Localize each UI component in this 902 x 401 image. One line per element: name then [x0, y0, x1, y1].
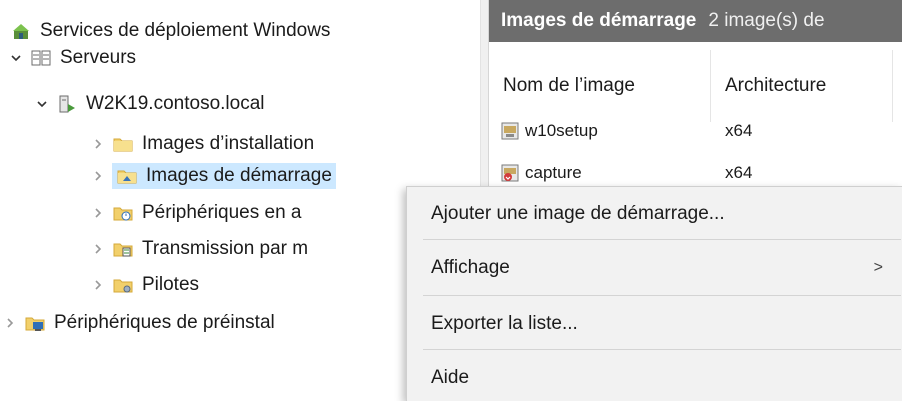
tree-label-prestaged: Périphériques de préinstal	[54, 312, 275, 333]
tree-node-servers[interactable]: Serveurs	[8, 45, 136, 71]
result-title: Images de démarrage	[501, 10, 697, 31]
tree-node-prestaged[interactable]: Périphériques de préinstal	[2, 310, 275, 336]
menu-item-view[interactable]: Affichage >	[423, 245, 901, 291]
image-name: capture	[525, 163, 582, 182]
collapsed-chevron-icon[interactable]	[90, 168, 106, 184]
architecture-cell: x64	[725, 163, 753, 182]
menu-separator	[423, 295, 901, 296]
column-header-architecture-label: Architecture	[725, 75, 827, 96]
context-menu: Ajouter une image de démarrage... Affich…	[406, 186, 902, 401]
tree-label-server: W2K19.contoso.local	[86, 93, 265, 114]
result-header: Images de démarrage 2 image(s) de	[489, 0, 902, 42]
multicast-icon	[112, 239, 134, 259]
image-name-cell: capture	[499, 160, 582, 186]
boot-image-icon	[499, 121, 521, 141]
expanded-chevron-icon[interactable]	[34, 96, 50, 112]
column-header-architecture[interactable]: Architecture	[711, 50, 893, 122]
column-header-name[interactable]: Nom de l’image	[489, 50, 711, 122]
menu-item-label: Ajouter une image de démarrage...	[431, 203, 725, 224]
prestaged-devices-icon	[24, 313, 46, 333]
capture-image-icon	[499, 163, 521, 183]
collapsed-chevron-icon[interactable]	[2, 315, 18, 331]
tree-node-pending-devices[interactable]: Périphériques en a	[90, 200, 302, 226]
menu-item-label: Aide	[431, 367, 470, 388]
menu-item-add-boot-image[interactable]: Ajouter une image de démarrage...	[423, 191, 901, 237]
drivers-folder-icon	[112, 275, 134, 295]
selected-node-highlight: Images de démarrage	[112, 163, 336, 189]
image-name-cell: w10setup	[499, 118, 598, 144]
folder-icon	[112, 134, 134, 154]
menu-separator	[423, 349, 901, 350]
tree-label-multicast: Transmission par m	[142, 238, 309, 259]
submenu-arrow-icon: >	[873, 259, 883, 276]
collapsed-chevron-icon[interactable]	[90, 241, 106, 257]
tree-node-wds[interactable]: Services de déploiement Windows	[10, 18, 330, 44]
tree-node-boot-images[interactable]: Images de démarrage	[90, 163, 336, 189]
menu-item-label: Exporter la liste...	[431, 313, 578, 334]
tree-label-drivers: Pilotes	[142, 274, 200, 295]
tree-node-drivers[interactable]: Pilotes	[90, 272, 199, 298]
wds-server-icon	[10, 21, 32, 41]
result-count: 2 image(s) de	[708, 10, 825, 31]
menu-item-help[interactable]: Aide	[423, 355, 901, 401]
pending-devices-icon	[112, 203, 134, 223]
table-row[interactable]: w10setup x64	[489, 118, 902, 144]
expanded-chevron-icon[interactable]	[8, 50, 24, 66]
collapsed-chevron-icon[interactable]	[90, 136, 106, 152]
tree-label-servers: Serveurs	[60, 47, 137, 68]
tree-node-server[interactable]: W2K19.contoso.local	[34, 91, 265, 117]
collapsed-chevron-icon[interactable]	[90, 205, 106, 221]
tree-label-install-images: Images d’installation	[142, 133, 315, 154]
collapsed-chevron-icon[interactable]	[90, 277, 106, 293]
server-icon	[56, 94, 78, 114]
architecture-cell: x64	[725, 121, 753, 140]
boot-folder-icon	[116, 166, 138, 186]
tree-label-boot-images: Images de démarrage	[146, 165, 332, 186]
column-header-name-label: Nom de l’image	[503, 75, 635, 96]
menu-separator	[423, 239, 901, 240]
tree-label-pending-devices: Périphériques en a	[142, 202, 302, 223]
tree-node-install-images[interactable]: Images d’installation	[90, 131, 314, 157]
image-name: w10setup	[525, 121, 598, 140]
menu-item-label: Affichage	[431, 257, 510, 278]
tree-node-multicast[interactable]: Transmission par m	[90, 236, 308, 262]
servers-icon	[30, 48, 52, 68]
tree-label-wds: Services de déploiement Windows	[40, 20, 331, 41]
table-row[interactable]: capture x64	[489, 160, 902, 186]
menu-item-export-list[interactable]: Exporter la liste...	[423, 301, 901, 347]
